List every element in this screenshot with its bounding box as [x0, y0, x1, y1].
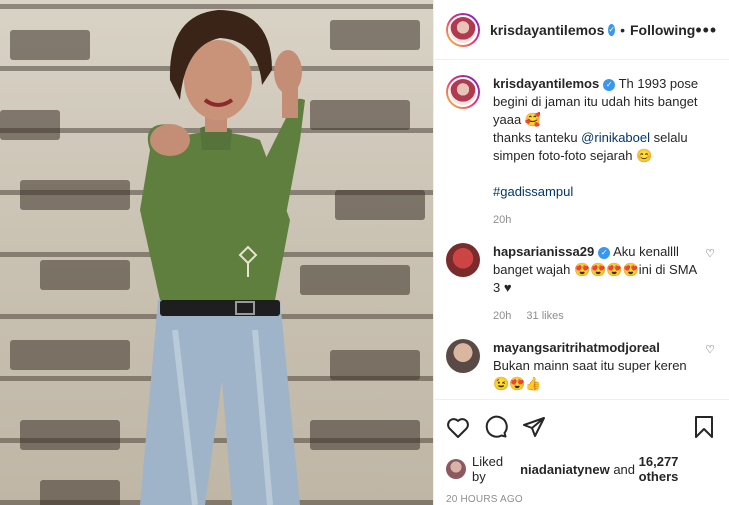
liker-username[interactable]: niadaniatynew [520, 462, 610, 477]
comment-age[interactable]: 20h [493, 310, 511, 322]
commenter-avatar[interactable] [446, 243, 480, 277]
separator-dot: • [620, 21, 625, 38]
heart-icon[interactable] [446, 416, 470, 438]
post-header: krisdayantilemos ✓ • Following ••• [434, 0, 729, 60]
bookmark-icon[interactable] [693, 415, 715, 439]
liker-avatar[interactable] [446, 459, 466, 479]
following-button[interactable]: Following [630, 22, 695, 38]
verified-badge-icon: ✓ [608, 23, 616, 36]
comment-likes[interactable]: 31 likes [526, 310, 563, 322]
caption-username[interactable]: krisdayantilemos [493, 76, 599, 91]
comment-text: Bukan mainn saat itu super keren 😉😍👍 [493, 358, 687, 391]
more-options-icon[interactable]: ••• [695, 21, 717, 39]
liked-by-label: Liked by [472, 454, 504, 484]
caption-meta: 20h [493, 211, 715, 229]
comment-heart-icon[interactable]: ♡ [705, 343, 715, 356]
mention-link[interactable]: @rinikaboel [581, 130, 650, 145]
comment-item: hapsarianissa29 ✓ Aku kenallll banget waj… [446, 243, 715, 325]
comment-icon[interactable] [484, 415, 508, 439]
post-timestamp[interactable]: 20 HOURS AGO [446, 494, 715, 505]
woman-figure [140, 10, 305, 505]
caption-age[interactable]: 20h [493, 214, 511, 226]
caption: krisdayantilemos ✓ Th 1993 pose begini di… [446, 75, 715, 229]
caption-text-2: thanks tanteku [493, 130, 582, 145]
comment-meta: 20h 31 likes [493, 307, 699, 325]
comment-username[interactable]: mayangsaritrihatmodjoreal [493, 340, 660, 355]
post-actions: Liked by niadaniatynew and 16,277 others… [434, 399, 729, 505]
comment-item: mayangsaritrihatmodjoreal Bukan mainn sa… [446, 339, 715, 393]
verified-badge-icon: ✓ [603, 79, 616, 91]
comment-heart-icon[interactable]: ♡ [705, 247, 715, 260]
author-username[interactable]: krisdayantilemos [490, 22, 604, 38]
commenter-avatar[interactable] [446, 339, 480, 373]
comment-username[interactable]: hapsarianissa29 [493, 244, 594, 259]
liked-and-label: and [613, 461, 636, 477]
action-icons [446, 412, 715, 442]
share-icon[interactable] [522, 415, 546, 439]
liked-others-count[interactable]: 16,277 others [639, 454, 715, 484]
verified-badge-icon: ✓ [598, 247, 611, 259]
post-details-panel: krisdayantilemos ✓ • Following ••• krisd… [433, 0, 729, 505]
author-avatar[interactable] [446, 12, 480, 47]
caption-avatar[interactable] [446, 75, 480, 109]
post-photo[interactable] [0, 0, 433, 505]
hashtag-link[interactable]: #gadissampul [493, 184, 573, 199]
comments-list[interactable]: krisdayantilemos ✓ Th 1993 pose begini di… [434, 61, 729, 399]
likes-summary: Liked by niadaniatynew and 16,277 others [446, 454, 715, 484]
